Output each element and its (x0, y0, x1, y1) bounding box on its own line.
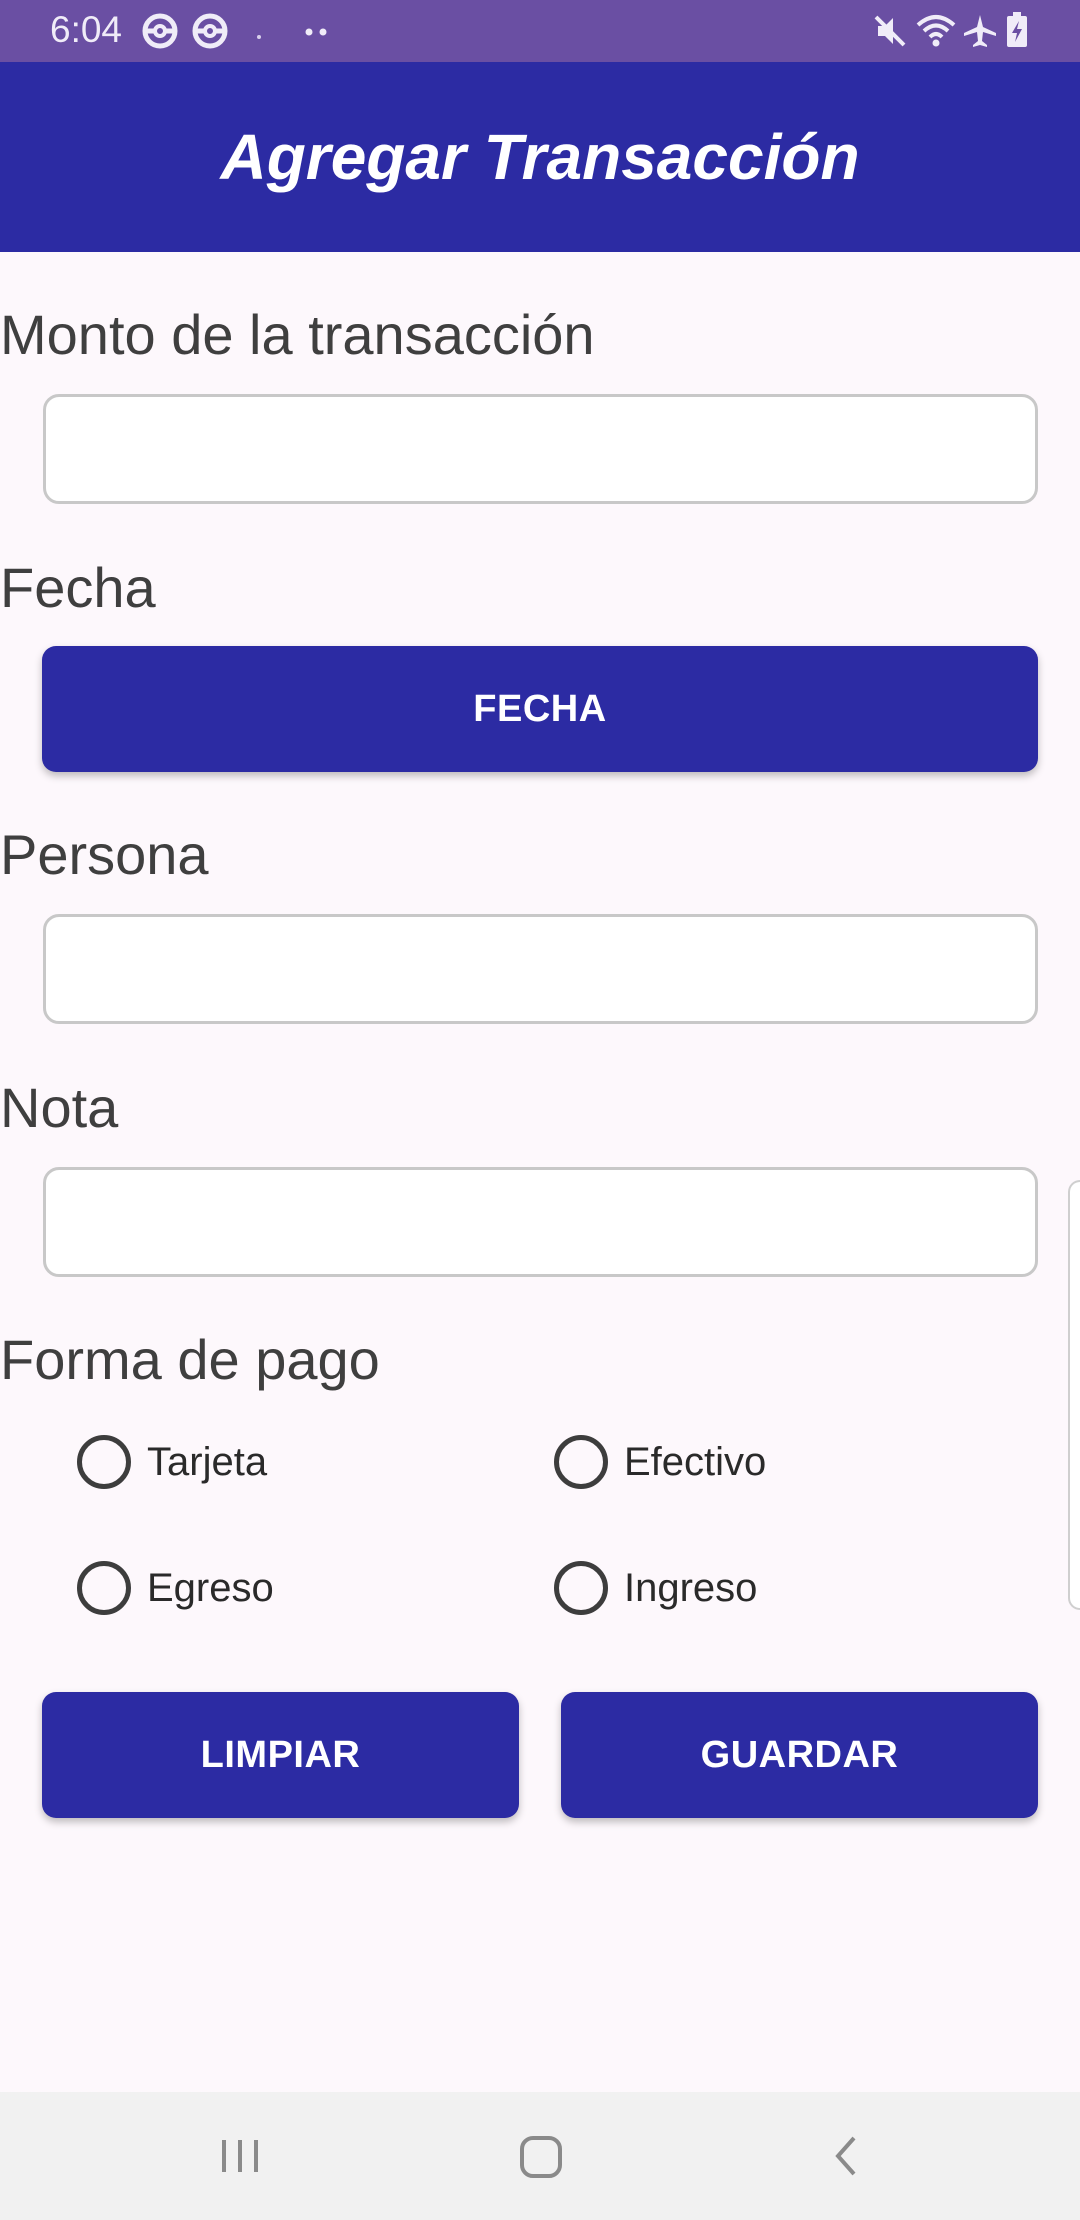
transaction-form: Monto de la transacción Fecha FECHA Pers… (0, 252, 1080, 2092)
more-dots-icon (304, 24, 328, 42)
person-input[interactable] (43, 914, 1038, 1024)
date-picker-button[interactable]: FECHA (42, 646, 1038, 772)
radio-option-efectivo[interactable]: Efectivo (554, 1422, 766, 1502)
pokeball-icon (192, 13, 228, 54)
scroll-edge-handle[interactable] (1068, 1180, 1080, 1610)
radio-label: Egreso (147, 1565, 274, 1610)
note-label: Nota (0, 1076, 119, 1139)
radio-label: Tarjeta (147, 1439, 268, 1484)
status-bar: 6:04 (0, 0, 1080, 62)
navigation-bar (0, 2092, 1080, 2220)
home-icon[interactable] (516, 2126, 566, 2191)
pokeball-icon (142, 13, 178, 54)
clear-button[interactable]: LIMPIAR (42, 1692, 519, 1818)
page-title: Agregar Transacción (220, 121, 860, 193)
mute-icon (872, 13, 908, 54)
save-button[interactable]: GUARDAR (561, 1692, 1038, 1818)
note-input[interactable] (43, 1167, 1038, 1277)
battery-charging-icon (1006, 12, 1028, 53)
wifi-icon (916, 13, 956, 54)
radio-label: Efectivo (624, 1439, 767, 1484)
radio-circle[interactable] (77, 1561, 131, 1615)
back-icon[interactable] (826, 2126, 866, 2191)
amount-input[interactable] (43, 394, 1038, 504)
radio-circle[interactable] (77, 1435, 131, 1489)
status-time: 6:04 (50, 9, 123, 50)
date-label: Fecha (0, 556, 156, 619)
radio-circle[interactable] (554, 1561, 608, 1615)
dot-icon (256, 27, 262, 45)
radio-option-tarjeta[interactable]: Tarjeta (77, 1422, 267, 1502)
recent-apps-icon[interactable] (218, 2126, 262, 2191)
radio-option-egreso[interactable]: Egreso (77, 1548, 274, 1628)
radio-label: Ingreso (624, 1565, 758, 1610)
radio-circle[interactable] (554, 1435, 608, 1489)
airplane-mode-icon (962, 13, 998, 54)
person-label: Persona (0, 823, 209, 886)
amount-label: Monto de la transacción (0, 303, 595, 366)
radio-option-ingreso[interactable]: Ingreso (554, 1548, 757, 1628)
app-bar: Agregar Transacción (0, 62, 1080, 252)
payment-method-label: Forma de pago (0, 1328, 380, 1391)
